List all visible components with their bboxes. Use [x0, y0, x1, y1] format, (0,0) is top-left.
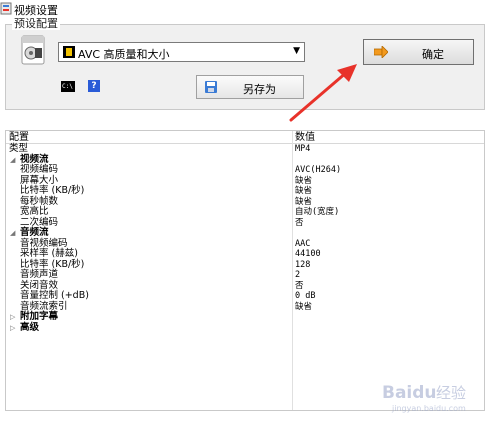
grid-row[interactable]: 类型 MP4 [6, 143, 484, 155]
collapse-triangle-icon[interactable]: ◢ [10, 155, 15, 166]
grid-row[interactable]: 音频声道 2 [6, 269, 484, 281]
annotation-arrow-icon [289, 64, 357, 122]
save-icon [205, 81, 217, 93]
grid-row-name: 高级 [20, 321, 40, 333]
grid-section-row[interactable]: ▷ 高级 [6, 321, 484, 334]
grid-row[interactable]: 比特率 (KB/秒) 128 [6, 259, 484, 271]
film-icon [63, 46, 75, 58]
grid-section-row[interactable]: ◢ 音频流 [6, 227, 484, 239]
help-icon[interactable]: ? [88, 80, 100, 92]
baidu-jingyan-watermark: Baidu 经验 jingyan.baidu.com [382, 383, 466, 413]
grid-row-value[interactable]: 44100 [295, 249, 321, 260]
grid-row-name: 附加字幕 [20, 311, 59, 322]
grid-row-value[interactable]: 缺省 [295, 302, 312, 313]
command-line-icon[interactable]: C:\ [61, 81, 75, 92]
grid-rows: 类型 MP4 ◢ 视频流 视频编码 AVC(H264) 屏幕大小 缺省 比特率 (KB/秒) 缺省… [6, 143, 484, 334]
window-title: 视频设置 [14, 4, 58, 17]
grid-section-row[interactable]: ◢ 视频流 [6, 154, 484, 166]
ok-button-label: 确定 [422, 48, 444, 61]
svg-text:Baidu: Baidu [382, 383, 437, 403]
grid-row[interactable]: 采样率 (赫兹) 44100 [6, 248, 484, 260]
preset-select[interactable]: AVC 高质量和大小 ▼ [58, 42, 305, 62]
grid-row-value[interactable]: 128 [295, 260, 310, 271]
grid-row-value[interactable]: MP4 [295, 144, 310, 155]
ok-button[interactable]: 确定 [363, 39, 474, 65]
mp4-format-icon [21, 35, 45, 65]
grid-row[interactable]: 二次编码否 [6, 217, 484, 229]
preset-select-value: AVC 高质量和大小 [78, 48, 170, 61]
grid-row-name: 宽高比 [20, 206, 49, 217]
grid-row-value[interactable]: 缺省 [295, 176, 312, 187]
preset-group: 预设配置 AVC 高质量和大小 ▼ 确定 C:\ ? 另存为 [5, 18, 485, 110]
grid-row-value[interactable]: 2 [295, 270, 300, 281]
expand-triangle-icon[interactable]: ▷ [10, 323, 15, 334]
grid-row-value[interactable]: AVC(H264) [295, 165, 341, 176]
grid-row-value[interactable]: 否 [295, 281, 304, 292]
app-icon [0, 2, 12, 15]
grid-row[interactable]: 音频流索引 缺省 [6, 301, 484, 313]
collapse-triangle-icon[interactable]: ◢ [10, 228, 15, 239]
dropdown-arrow-icon[interactable]: ▼ [293, 46, 300, 56]
grid-row[interactable]: 每秒帧数 缺省 [6, 196, 484, 208]
grid-row[interactable]: 宽高比 自动(宽度) [6, 206, 484, 218]
settings-property-grid: 配置 数值 类型 MP4 ◢ 视频流 视频编码 AVC(H264) 屏幕大小 缺省 比特率 (K… [5, 130, 485, 411]
grid-row-name: 采样率 (赫兹) [20, 248, 78, 259]
svg-text:经验: 经验 [436, 384, 466, 402]
title-bar: 视频设置 [0, 0, 492, 18]
grid-row-value[interactable]: 缺省 [295, 197, 312, 208]
grid-row-value[interactable]: AAC [295, 239, 310, 250]
grid-row[interactable]: 视频编码 AVC(H264) [6, 164, 484, 176]
grid-row-name: 视频编码 [20, 164, 59, 175]
grid-row-name: 音量控制 (+dB) [20, 290, 89, 301]
grid-row-name: 音频声道 [20, 269, 59, 280]
grid-row-value[interactable]: 否 [295, 218, 304, 229]
grid-row-name: 音频流 [20, 227, 49, 238]
grid-header: 配置 数值 [6, 131, 484, 144]
grid-section-row[interactable]: ▷ 附加字幕 [6, 311, 484, 323]
arrow-right-icon [374, 46, 388, 58]
grid-row[interactable]: 音量控制 (+dB) 0 dB [6, 290, 484, 302]
grid-row-value[interactable]: 缺省 [295, 186, 312, 197]
grid-row-name: 类型 [9, 143, 29, 154]
grid-row-name: 比特率 (KB/秒) [20, 185, 85, 196]
expand-triangle-icon[interactable]: ▷ [10, 312, 15, 323]
save-as-button-label: 另存为 [243, 83, 276, 96]
grid-row-value[interactable]: 自动(宽度) [295, 207, 339, 218]
svg-text:jingyan.baidu.com: jingyan.baidu.com [391, 404, 466, 413]
grid-row-value[interactable]: 0 dB [295, 291, 315, 302]
grid-row[interactable]: 比特率 (KB/秒) 缺省 [6, 185, 484, 197]
column-header-value[interactable]: 数值 [295, 131, 315, 144]
preset-legend: 预设配置 [12, 17, 60, 30]
